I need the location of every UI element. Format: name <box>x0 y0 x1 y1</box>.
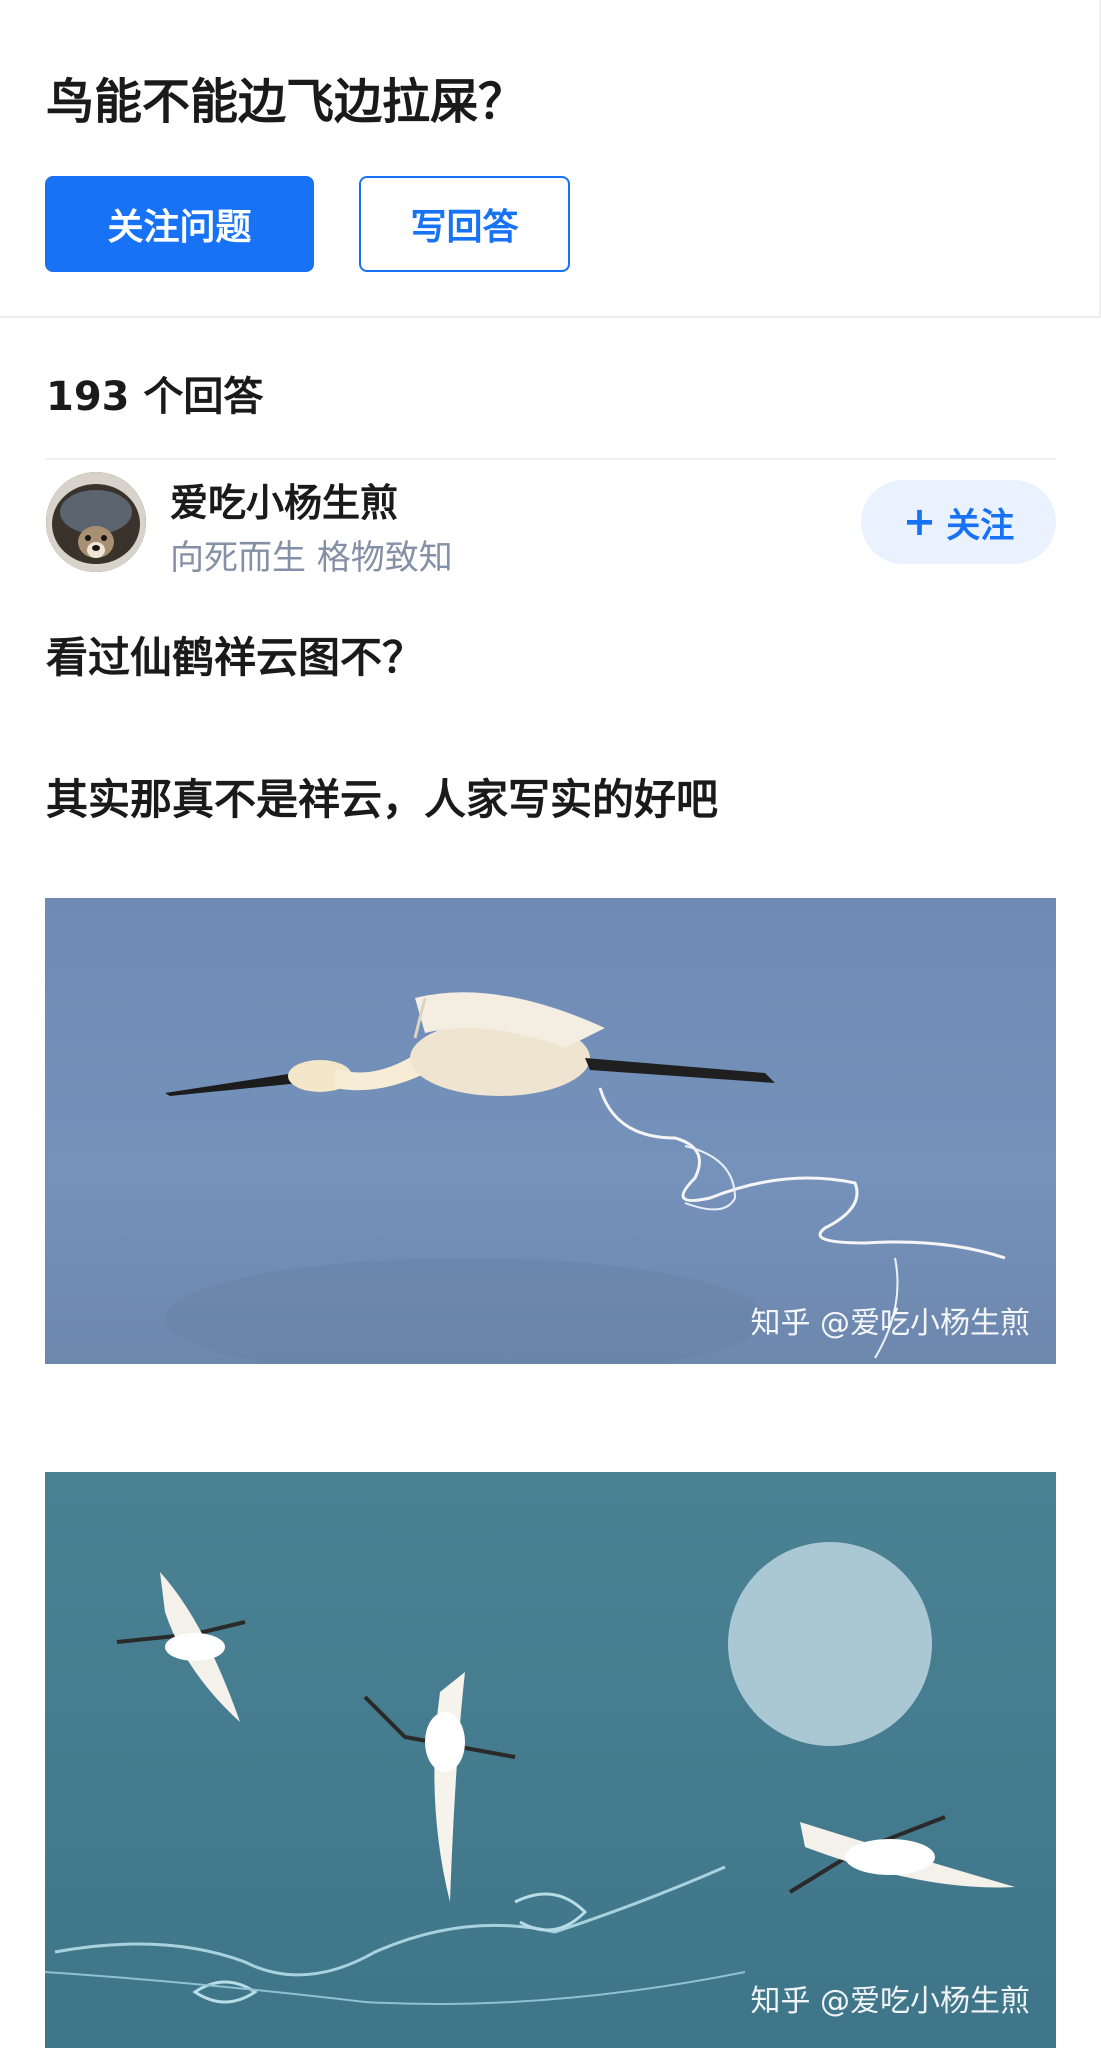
bird-flying-photo <box>45 898 1056 1364</box>
cranes-painting-photo <box>45 1472 1056 2048</box>
answer-paragraph: 其实那真不是祥云，人家写实的好吧 <box>46 775 719 824</box>
plus-icon: + <box>902 499 937 545</box>
divider <box>46 458 1056 460</box>
question-header: 鸟能不能边飞边拉屎？ 关注问题 写回答 <box>0 0 1101 318</box>
follow-question-button[interactable]: 关注问题 <box>45 176 314 272</box>
write-answer-button[interactable]: 写回答 <box>359 176 570 272</box>
question-title: 鸟能不能边飞边拉屎？ <box>46 74 527 130</box>
answer-image[interactable]: 知乎 @爱吃小杨生煎 <box>45 898 1056 1364</box>
image-watermark: 知乎 @爱吃小杨生煎 <box>750 1306 1030 1341</box>
image-watermark: 知乎 @爱吃小杨生煎 <box>750 1984 1030 2019</box>
answer-image[interactable]: 知乎 @爱吃小杨生煎 <box>45 1472 1056 2048</box>
author-bio: 向死而生 格物致知 <box>170 538 453 578</box>
follow-user-label: 关注 <box>946 505 1015 546</box>
answer-count: 193 个回答 <box>46 374 264 420</box>
author-name[interactable]: 爱吃小杨生煎 <box>170 472 398 527</box>
avatar[interactable] <box>46 472 146 572</box>
follow-user-button[interactable]: + 关注 <box>861 480 1056 564</box>
answer-paragraph: 看过仙鹤祥云图不？ <box>46 633 425 682</box>
dog-avatar-icon <box>46 472 146 572</box>
